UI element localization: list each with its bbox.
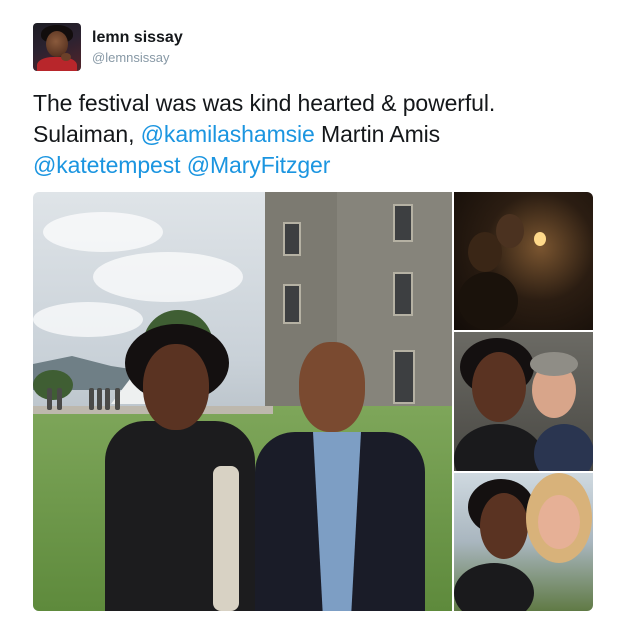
mention-link-maryfitzger[interactable]: @MaryFitzger bbox=[187, 152, 331, 178]
author-avatar[interactable] bbox=[33, 23, 81, 71]
author-display-name[interactable]: lemn sissay bbox=[92, 28, 183, 48]
photo-selfie-amis[interactable] bbox=[454, 332, 593, 471]
photo-main[interactable] bbox=[33, 192, 452, 611]
tweet-text-segment: Sulaiman, bbox=[33, 121, 141, 147]
photo-dinner[interactable] bbox=[454, 192, 593, 330]
mention-link-kamilashamsie[interactable]: @kamilashamsie bbox=[141, 121, 315, 147]
tweet-text-segment: Martin Amis bbox=[314, 121, 441, 147]
author-names: lemn sissay @lemnsissay bbox=[92, 28, 183, 67]
tweet-text: The festival was was kind hearted & powe… bbox=[33, 88, 603, 181]
tweet-line-1: The festival was was kind hearted & powe… bbox=[33, 90, 496, 116]
mention-link-katetempest[interactable]: @katetempest bbox=[33, 152, 181, 178]
tweet-header: lemn sissay @lemnsissay bbox=[33, 22, 183, 72]
tweet-media-grid bbox=[33, 192, 593, 611]
photo-selfie-tempest[interactable] bbox=[454, 473, 593, 611]
author-handle[interactable]: @lemnsissay bbox=[92, 49, 183, 67]
